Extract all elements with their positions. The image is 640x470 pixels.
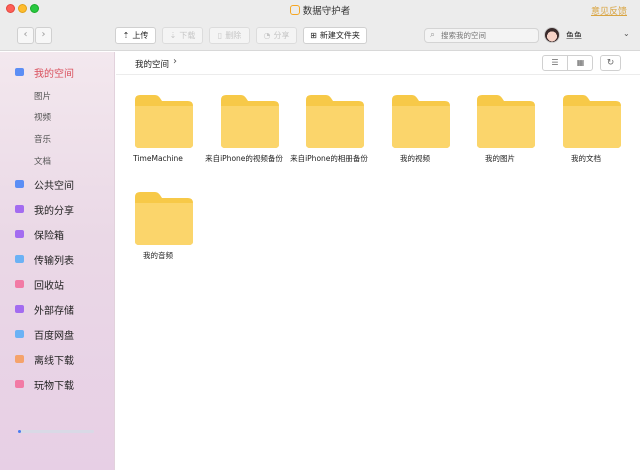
sidebar-item-label: 公共空间 — [34, 181, 74, 192]
search-input[interactable] — [441, 29, 536, 42]
folder-icon — [306, 95, 364, 148]
folder-name: 来自iPhone的相册备份 — [290, 154, 368, 163]
folder-icon — [392, 95, 450, 148]
trash-icon: ▯ — [217, 31, 223, 40]
wanwu-icon — [15, 380, 24, 388]
public-icon — [15, 180, 24, 188]
folder-icon — [221, 95, 279, 148]
sidebar-item-transfer-list[interactable]: 传输列表 — [0, 249, 115, 269]
forward-button[interactable]: › — [35, 27, 52, 44]
sidebar-item-offline-download[interactable]: 离线下载 — [0, 349, 115, 369]
chevron-left-icon: ‹ — [23, 29, 28, 40]
upload-label: 上传 — [132, 31, 149, 40]
title-bar: 数据守护者 意见反馈 ‹ › ⇡ 上传 ⇣ 下载 ▯ 删除 ◔ 分享 ⊞ 新建文件夹 ⌕ … — [0, 0, 640, 51]
share-icon — [15, 205, 24, 213]
folder-icon — [477, 95, 535, 148]
folder-item[interactable]: 我的文档 — [546, 93, 626, 177]
download-label: 下载 — [179, 31, 196, 40]
share-icon: ◔ — [263, 31, 271, 40]
upload-icon: ⇡ — [122, 31, 130, 40]
sidebar-item-my-space[interactable]: 我的空间 — [0, 62, 115, 82]
breadcrumb-item-my-space[interactable]: 我的空间 — [135, 58, 169, 70]
sidebar-item-safe[interactable]: 保险箱 — [0, 224, 115, 244]
sidebar-item-my-share[interactable]: 我的分享 — [0, 199, 115, 219]
download-icon: ⇣ — [169, 31, 177, 40]
window-title-text: 数据守护者 — [302, 6, 351, 17]
folder-name: 我的视频 — [400, 154, 430, 163]
trash-icon — [15, 280, 24, 288]
delete-button[interactable]: ▯ 删除 — [209, 27, 250, 44]
sidebar-item-label: 回收站 — [34, 281, 64, 292]
sidebar-item-label: 百度网盘 — [34, 331, 74, 342]
sidebar-item-public-space[interactable]: 公共空间 — [0, 174, 115, 194]
new-folder-button[interactable]: ⊞ 新建文件夹 — [303, 27, 367, 44]
main-content: 我的空间 › ☰ ▦ ↻ TimeMachine 来自iPhone的视频备份 来… — [116, 52, 640, 470]
sidebar-item-baidu-netdisk[interactable]: 百度网盘 — [0, 324, 115, 344]
new-folder-label: 新建文件夹 — [319, 31, 360, 40]
transfer-icon — [15, 255, 24, 263]
folder-name: 我的图片 — [485, 154, 515, 163]
folder-item[interactable]: 来自iPhone的视频备份 — [204, 93, 284, 177]
sidebar-item-label: 传输列表 — [34, 256, 74, 267]
sidebar-subitem-videos[interactable]: 视频 — [34, 111, 51, 123]
back-button[interactable]: ‹ — [17, 27, 34, 44]
feedback-link[interactable]: 意见反馈 — [591, 4, 627, 17]
sidebar-item-label: 外部存储 — [34, 306, 74, 317]
avatar[interactable] — [544, 27, 560, 43]
search-icon: ⌕ — [430, 30, 436, 40]
sidebar-item-label: 玩物下载 — [34, 381, 74, 392]
offline-icon — [15, 355, 24, 363]
username[interactable]: 鱼鱼 — [566, 30, 582, 41]
refresh-button[interactable]: ↻ — [600, 55, 621, 71]
share-button[interactable]: ◔ 分享 — [256, 27, 297, 44]
search-box[interactable]: ⌕ — [424, 28, 539, 43]
chevron-right-icon: › — [41, 29, 46, 40]
folder-name: 我的文档 — [571, 154, 601, 163]
delete-label: 删除 — [225, 31, 242, 40]
chevron-right-icon: › — [173, 56, 177, 67]
view-toggle: ☰ ▦ — [542, 55, 593, 71]
sidebar: 我的空间 图片 视频 音乐 文档 公共空间 我的分享 保险箱 传输列表 回收站 … — [0, 52, 115, 470]
sidebar-item-label: 我的分享 — [34, 206, 74, 217]
sort-list-icon[interactable]: ☰ — [543, 56, 568, 70]
folder-item[interactable]: 来自iPhone的相册备份 — [289, 93, 369, 177]
folder-name: 来自iPhone的视频备份 — [205, 154, 283, 163]
folder-name: 我的音频 — [143, 251, 173, 260]
refresh-icon: ↻ — [606, 58, 615, 68]
folder-icon — [563, 95, 621, 148]
cloud-icon — [15, 330, 24, 338]
sidebar-item-external-storage[interactable]: 外部存储 — [0, 299, 115, 319]
new-folder-icon: ⊞ — [310, 31, 317, 40]
storage-progress-bar — [18, 430, 94, 433]
upload-button[interactable]: ⇡ 上传 — [115, 27, 156, 44]
folder-item[interactable]: 我的视频 — [375, 93, 455, 177]
sidebar-item-label: 离线下载 — [34, 356, 74, 367]
folder-item[interactable]: 我的音频 — [118, 190, 198, 274]
download-button[interactable]: ⇣ 下载 — [162, 27, 203, 44]
folder-item[interactable]: TimeMachine — [118, 93, 198, 177]
folder-item[interactable]: 我的图片 — [460, 93, 540, 177]
folder-name: TimeMachine — [133, 154, 183, 163]
safe-icon — [15, 230, 24, 238]
chevron-down-icon[interactable]: ⌄ — [623, 29, 630, 38]
sidebar-subitem-documents[interactable]: 文档 — [34, 155, 51, 167]
breadcrumb: 我的空间 › ☰ ▦ ↻ — [116, 52, 640, 75]
app-logo-icon — [289, 5, 300, 15]
sidebar-item-label: 保险箱 — [34, 231, 64, 242]
sidebar-subitem-music[interactable]: 音乐 — [34, 133, 51, 145]
sidebar-item-wanwu-download[interactable]: 玩物下载 — [0, 374, 115, 394]
storage-progress-fill — [18, 430, 22, 433]
window-title: 数据守护者 — [0, 3, 640, 17]
share-label: 分享 — [273, 31, 290, 40]
sidebar-subitem-pictures[interactable]: 图片 — [34, 90, 51, 102]
folder-icon — [135, 192, 193, 245]
sidebar-item-recycle-bin[interactable]: 回收站 — [0, 274, 115, 294]
folder-icon — [15, 68, 24, 76]
sidebar-item-label: 我的空间 — [34, 69, 74, 80]
grid-view-icon[interactable]: ▦ — [568, 56, 593, 70]
usb-icon — [15, 305, 24, 313]
folder-icon — [135, 95, 193, 148]
